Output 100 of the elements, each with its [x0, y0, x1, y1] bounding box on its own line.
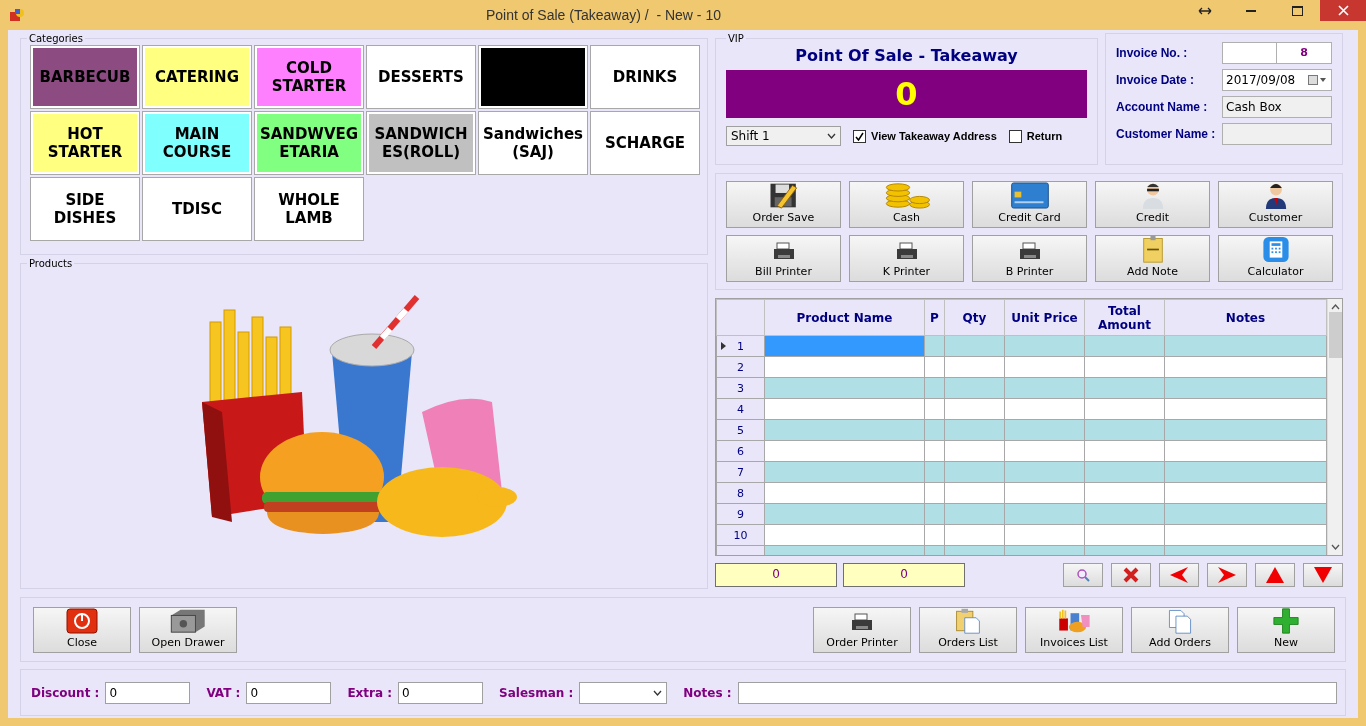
action-button[interactable]: Customer	[1218, 181, 1333, 228]
field-label: Invoice No. :	[1116, 46, 1188, 60]
action-button[interactable]: Order Save	[726, 181, 841, 228]
scroll-down-icon[interactable]	[1330, 544, 1340, 550]
row-header[interactable]: 8	[716, 482, 765, 504]
column-header: P	[924, 299, 945, 336]
shift-dropdown[interactable]: Shift 1	[726, 126, 841, 146]
panel-title: Categories	[28, 33, 84, 44]
dropdown-caret-icon	[653, 689, 663, 696]
close-icon	[1337, 5, 1349, 16]
input-field[interactable]: 0	[398, 681, 484, 704]
row-header[interactable]: 6	[716, 440, 765, 462]
column-header: Unit Price	[1004, 299, 1085, 336]
close-icon	[1121, 565, 1141, 585]
toolbar-button[interactable]: New	[1237, 606, 1335, 653]
arrow-down-icon	[1313, 565, 1333, 585]
toolbar-button[interactable]: Order Printer	[813, 606, 911, 653]
category-tile[interactable]: SCHARGE	[591, 112, 699, 174]
category-tile[interactable]: SIDE DISHES	[31, 178, 139, 240]
search-button[interactable]	[1063, 563, 1103, 587]
total-display: 0	[726, 70, 1087, 118]
maximize-icon[interactable]	[1291, 6, 1303, 16]
action-button[interactable]: Add Note	[1095, 235, 1210, 282]
scrollbar-thumb[interactable]	[1328, 312, 1342, 358]
input-field[interactable]: 0	[246, 681, 332, 704]
arrow-right-icon	[1217, 565, 1237, 585]
summary-field: 0	[715, 563, 837, 587]
category-tile[interactable]: SANDWVEG ETARIA	[255, 112, 363, 174]
row-pointer-icon	[721, 342, 726, 350]
column-header: Notes	[1164, 299, 1327, 336]
window-title: Point of Sale (Takeaway) / - New - 10	[485, 7, 722, 23]
category-tile[interactable]: HOT STARTER	[31, 112, 139, 174]
dropdown-caret-icon	[827, 133, 836, 139]
field-label: Invoice Date :	[1116, 73, 1195, 87]
column-header: Qty	[944, 299, 1005, 336]
row-header[interactable]: 1	[716, 335, 765, 357]
column-header: Product Name	[764, 299, 925, 336]
field-label: Extra :	[347, 685, 393, 700]
arrow-down-button[interactable]	[1303, 563, 1343, 587]
input-field[interactable]: 0	[105, 681, 191, 704]
action-button[interactable]: Calculator	[1218, 235, 1333, 282]
checkbox[interactable]	[853, 129, 866, 143]
category-tile[interactable]	[479, 46, 587, 108]
arrow-left-button[interactable]	[1159, 563, 1199, 587]
credit-card-icon	[1009, 182, 1050, 209]
corner-header	[716, 299, 765, 336]
category-tile[interactable]: MAIN COURSE	[143, 112, 251, 174]
checkbox-label: View Takeaway Address	[871, 130, 997, 142]
row-header[interactable]: 9	[716, 503, 765, 525]
plus-icon	[1271, 607, 1301, 634]
close-button[interactable]	[1320, 0, 1366, 21]
text-field[interactable]	[1222, 123, 1332, 145]
power-icon	[66, 607, 98, 634]
arrow-up-icon	[1265, 565, 1285, 585]
checkbox[interactable]	[1008, 129, 1022, 143]
calendar-icon	[1308, 75, 1328, 85]
toolbar-button[interactable]: Add Orders	[1131, 606, 1229, 653]
field-label: Salesman :	[499, 685, 574, 700]
category-tile[interactable]: SANDWICH ES(ROLL)	[367, 112, 475, 174]
text-field[interactable]: Cash Box	[1222, 96, 1332, 118]
close-button[interactable]	[1111, 563, 1151, 587]
arrow-up-button[interactable]	[1255, 563, 1295, 587]
action-button[interactable]: B Printer	[972, 235, 1087, 282]
arrow-left-icon	[1169, 565, 1189, 585]
category-tile[interactable]: COLD STARTER	[255, 46, 363, 108]
action-button[interactable]: K Printer	[849, 235, 964, 282]
safe-drawer-icon	[168, 607, 208, 634]
category-tile[interactable]: TDISC	[143, 178, 251, 240]
field-label: Account Name :	[1116, 100, 1208, 114]
category-tile[interactable]: WHOLE LAMB	[255, 178, 363, 240]
date-field[interactable]: 2017/09/08	[1222, 69, 1332, 91]
panel-title: VIP	[727, 33, 745, 44]
row-header[interactable]: 4	[716, 398, 765, 420]
row-header[interactable]: 2	[716, 356, 765, 378]
category-tile[interactable]: Sandwiches (SAJ)	[479, 112, 587, 174]
row-header[interactable]: 5	[716, 419, 765, 441]
input-field[interactable]	[737, 681, 1337, 704]
toolbar-button[interactable]: Open Drawer	[139, 606, 237, 653]
field-label: Notes :	[683, 685, 732, 700]
row-header[interactable]: 10	[716, 524, 765, 546]
arrow-right-button[interactable]	[1207, 563, 1247, 587]
category-tile[interactable]: DRINKS	[591, 46, 699, 108]
category-tile[interactable]: CATERING	[143, 46, 251, 108]
action-button[interactable]: Cash	[849, 181, 964, 228]
scroll-up-icon[interactable]	[1330, 304, 1340, 310]
action-button[interactable]: Credit	[1095, 181, 1210, 228]
category-tile[interactable]: DESSERTS	[367, 46, 475, 108]
toolbar-button[interactable]: Close	[33, 606, 131, 653]
toolbar-button[interactable]: Invoices List	[1025, 606, 1123, 653]
panel-title: Products	[28, 258, 74, 269]
toolbar-button[interactable]: Orders List	[919, 606, 1017, 653]
action-button[interactable]: Credit Card	[972, 181, 1087, 228]
salesman-dropdown[interactable]	[579, 681, 668, 704]
scrollbar[interactable]	[1327, 299, 1342, 555]
pos-title: Point Of Sale - Takeaway	[794, 46, 1019, 65]
action-button[interactable]: Bill Printer	[726, 235, 841, 282]
row-header[interactable]: 3	[716, 377, 765, 399]
row-header[interactable]: 7	[716, 461, 765, 483]
app-icon	[9, 8, 25, 22]
summary-field: 0	[843, 563, 965, 587]
